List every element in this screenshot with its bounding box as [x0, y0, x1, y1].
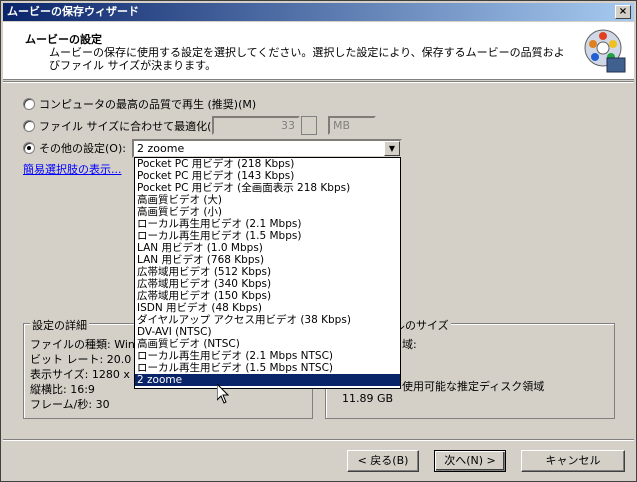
option-best-quality-label: コンピュータの最高の品質で再生 (推奨)(M) [39, 98, 257, 111]
preset-select-value: 2 zoome [137, 142, 185, 155]
detail-display-size: 表示サイズ: 1280 x 7 [30, 368, 141, 381]
option-fit-size[interactable]: ファイル サイズに合わせて最適化(S): [23, 118, 226, 134]
option-fit-size-label: ファイル サイズに合わせて最適化(S): [39, 120, 227, 133]
movie-maker-logo-icon [584, 29, 626, 73]
dropdown-item[interactable]: 広帯域用ビデオ (512 Kbps) [135, 266, 400, 278]
simple-options-link[interactable]: 簡易選択肢の表示... [23, 161, 122, 177]
back-button[interactable]: < 戻る(B) [347, 450, 419, 472]
dropdown-item[interactable]: Pocket PC 用ビデオ (143 Kbps) [135, 170, 400, 182]
dropdown-item[interactable]: ローカル再生用ビデオ (2.1 Mbps NTSC) [135, 350, 400, 362]
radio-best-quality[interactable] [23, 98, 35, 110]
size-spinner[interactable] [301, 116, 317, 135]
dropdown-item[interactable]: Pocket PC 用ビデオ (全画面表示 218 Kbps) [135, 182, 400, 194]
wizard-window: ムービーの保存ウィザード × ムービーの設定 ムービーの保存に使用する設定を選択… [0, 0, 637, 482]
details-group-label: 設定の詳細 [30, 317, 89, 333]
header-title: ムービーの設定 [25, 33, 102, 46]
option-other-label: その他の設定(O): [39, 142, 126, 155]
disk-space-label: 使用可能な推定ディスク領域 [402, 380, 545, 393]
dropdown-item[interactable]: LAN 用ビデオ (768 Kbps) [135, 254, 400, 266]
dropdown-item[interactable]: 高画質ビデオ (小) [135, 206, 400, 218]
close-button[interactable]: × [615, 5, 631, 19]
dropdown-item[interactable]: DV-AVI (NTSC) [135, 326, 400, 338]
dropdown-item[interactable]: ローカル再生用ビデオ (2.1 Mbps) [135, 218, 400, 230]
size-input[interactable]: 33 [212, 116, 300, 135]
size-line: 域: [402, 338, 417, 351]
dropdown-item[interactable]: 2 zoome [135, 374, 400, 386]
close-icon: × [618, 6, 628, 17]
dropdown-item[interactable]: Pocket PC 用ビデオ (218 Kbps) [135, 158, 400, 170]
preset-select[interactable]: 2 zoome ▼ [132, 139, 402, 158]
radio-fit-size[interactable] [23, 120, 35, 132]
header-divider [3, 81, 634, 83]
dropdown-item[interactable]: 高画質ビデオ (NTSC) [135, 338, 400, 350]
preset-dropdown-list[interactable]: Pocket PC 用ビデオ (218 Kbps) Pocket PC 用ビデオ … [134, 157, 401, 389]
dropdown-item[interactable]: 広帯域用ビデオ (150 Kbps) [135, 290, 400, 302]
detail-aspect: 縦横比: 16:9 [30, 383, 95, 396]
next-button[interactable]: 次へ(N) > [434, 450, 506, 472]
dropdown-item[interactable]: 高画質ビデオ (大) [135, 194, 400, 206]
header-description: ムービーの保存に使用する設定を選択してください。選択した設定により、保存するムー… [49, 46, 565, 72]
option-other[interactable]: その他の設定(O): [23, 140, 126, 156]
detail-file-type: ファイルの種類: Windo [30, 338, 149, 351]
dropdown-item[interactable]: ダイヤルアップ アクセス用ビデオ (38 Kbps) [135, 314, 400, 326]
wizard-header: ムービーの設定 ムービーの保存に使用する設定を選択してください。選択した設定によ… [3, 22, 634, 80]
disk-space-value: 11.89 GB [342, 392, 394, 405]
title-bar: ムービーの保存ウィザード × [3, 3, 634, 21]
footer-divider [3, 439, 634, 441]
dropdown-item[interactable]: ISDN 用ビデオ (48 Kbps) [135, 302, 400, 314]
unit-select[interactable]: MB [328, 116, 376, 135]
mouse-cursor-icon [217, 384, 229, 404]
window-title: ムービーの保存ウィザード [7, 5, 139, 18]
option-best-quality[interactable]: コンピュータの最高の品質で再生 (推奨)(M) [23, 96, 256, 112]
dropdown-item[interactable]: ローカル再生用ビデオ (1.5 Mbps NTSC) [135, 362, 400, 374]
dropdown-item[interactable]: 広帯域用ビデオ (340 Kbps) [135, 278, 400, 290]
radio-other[interactable] [23, 142, 35, 154]
unit-select-value: MB [333, 119, 351, 132]
chevron-down-icon[interactable]: ▼ [384, 141, 400, 156]
dropdown-item[interactable]: LAN 用ビデオ (1.0 Mbps) [135, 242, 400, 254]
dropdown-item[interactable]: ローカル再生用ビデオ (1.5 Mbps) [135, 230, 400, 242]
cancel-button[interactable]: キャンセル [521, 450, 625, 472]
detail-fps: フレーム/秒: 30 [30, 398, 110, 411]
